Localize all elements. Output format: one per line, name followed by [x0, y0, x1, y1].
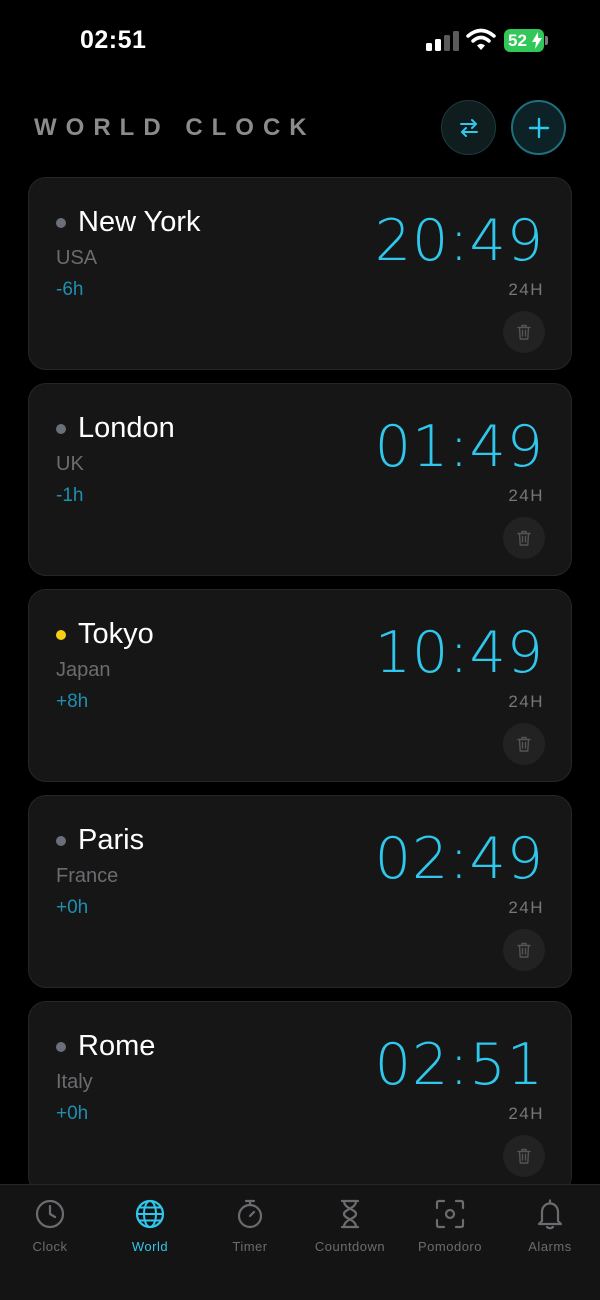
- delete-button[interactable]: [503, 311, 545, 353]
- status-dot: [56, 836, 66, 846]
- country-name: Japan: [56, 659, 111, 681]
- add-city-button[interactable]: [511, 100, 566, 155]
- clock-card-london[interactable]: London UK -1h 01:49 24H: [28, 383, 572, 576]
- trash-icon: [517, 324, 531, 340]
- trash-icon: [517, 942, 531, 958]
- status-dot: [56, 630, 66, 640]
- city-name: London: [78, 412, 175, 444]
- local-time: 20:49: [374, 208, 544, 274]
- plus-icon: [528, 117, 549, 138]
- status-time: 02:51: [80, 26, 147, 54]
- battery-level: 52: [508, 31, 527, 50]
- city-name: New York: [78, 206, 201, 238]
- delete-button[interactable]: [503, 723, 545, 765]
- wifi-icon: [466, 28, 496, 50]
- tab-countdown[interactable]: Countdown: [300, 1185, 400, 1265]
- city-name: Rome: [78, 1030, 156, 1062]
- local-time: 10:49: [374, 620, 544, 686]
- tab-pomodoro[interactable]: Pomodoro: [400, 1185, 500, 1265]
- city-name: Tokyo: [78, 618, 154, 650]
- country-name: France: [56, 865, 119, 887]
- clock-icon: [35, 1199, 65, 1229]
- tab-label: Clock: [32, 1239, 68, 1254]
- clock-card-new-york[interactable]: New York USA -6h 20:49 24H: [28, 177, 572, 370]
- delete-button[interactable]: [503, 1135, 545, 1177]
- country-name: Italy: [56, 1071, 93, 1093]
- time-offset: +0h: [56, 897, 89, 918]
- status-dot: [56, 424, 66, 434]
- swap-button[interactable]: [441, 100, 496, 155]
- country-name: UK: [56, 453, 84, 475]
- tab-label: Alarms: [528, 1239, 572, 1254]
- hourglass-icon: [340, 1199, 360, 1229]
- cellular-signal-icon: [426, 31, 459, 51]
- tab-label: Countdown: [314, 1239, 386, 1254]
- battery-indicator: 52: [504, 29, 548, 52]
- status-bar: 02:51 52: [0, 0, 600, 82]
- time-offset: -6h: [56, 279, 84, 300]
- tab-label: Pomodoro: [418, 1239, 482, 1254]
- status-dot: [56, 218, 66, 228]
- city-name: Paris: [78, 824, 145, 856]
- tab-world[interactable]: World: [100, 1185, 200, 1265]
- tab-timer[interactable]: Timer: [200, 1185, 300, 1265]
- charging-bolt-icon: [532, 32, 542, 49]
- stopwatch-icon: [237, 1199, 263, 1229]
- tab-clock[interactable]: Clock: [0, 1185, 100, 1265]
- local-time: 02:51: [374, 1032, 544, 1098]
- trash-icon: [517, 736, 531, 752]
- clock-card-rome[interactable]: Rome Italy +0h 02:51 24H: [28, 1001, 572, 1194]
- clock-card-paris[interactable]: Paris France +0h 02:49 24H: [28, 795, 572, 988]
- time-offset: +0h: [56, 1103, 89, 1124]
- clock-card-tokyo[interactable]: Tokyo Japan +8h 10:49 24H: [28, 589, 572, 782]
- globe-icon: [135, 1199, 165, 1229]
- time-format: 24H: [508, 280, 544, 299]
- time-format: 24H: [508, 486, 544, 505]
- tab-alarms[interactable]: Alarms: [500, 1185, 600, 1265]
- tab-label: Timer: [232, 1239, 268, 1254]
- trash-icon: [517, 1148, 531, 1164]
- local-time: 02:49: [374, 826, 544, 892]
- status-dot: [56, 1042, 66, 1052]
- delete-button[interactable]: [503, 517, 545, 559]
- delete-button[interactable]: [503, 929, 545, 971]
- page-title: WORLD CLOCK: [34, 114, 316, 141]
- local-time: 01:49: [374, 414, 544, 480]
- swap-icon: [459, 118, 478, 137]
- time-format: 24H: [508, 898, 544, 917]
- time-offset: +8h: [56, 691, 89, 712]
- time-format: 24H: [508, 1104, 544, 1123]
- time-offset: -1h: [56, 485, 84, 506]
- trash-icon: [517, 530, 531, 546]
- country-name: USA: [56, 247, 98, 269]
- tab-bar: Clock World Timer Countdown Pomodoro Ala…: [0, 1184, 600, 1300]
- tab-label: World: [131, 1239, 169, 1254]
- time-format: 24H: [508, 692, 544, 711]
- focus-icon: [435, 1199, 465, 1229]
- world-clock-list: New York USA -6h 20:49 24H London UK -1h…: [28, 177, 572, 1207]
- bell-icon: [537, 1199, 563, 1230]
